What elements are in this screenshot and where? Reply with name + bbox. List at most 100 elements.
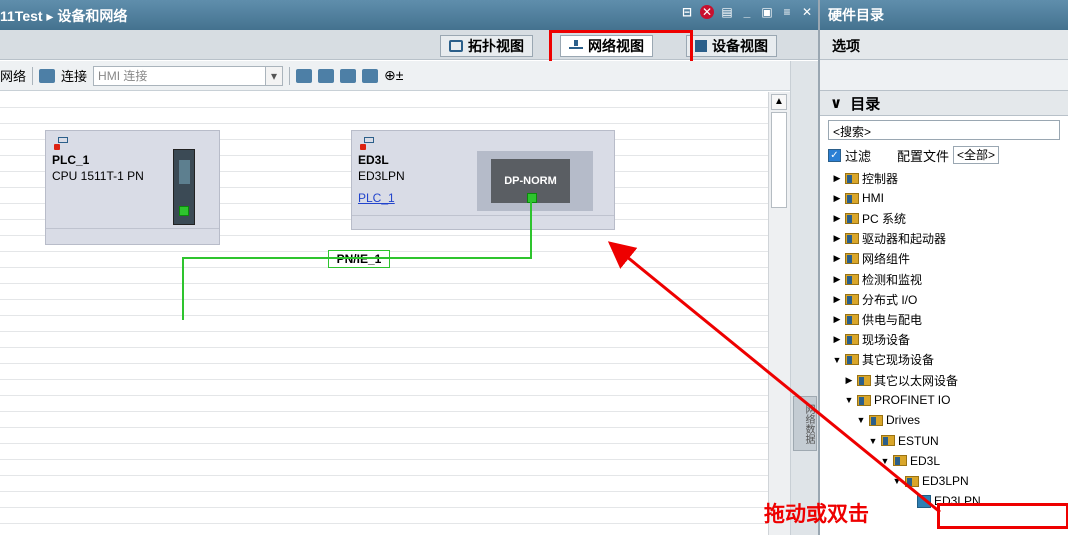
restore-icon[interactable]: ▣ — [760, 5, 774, 19]
tab-topology-view[interactable]: 拓扑视图 — [440, 35, 533, 57]
zoom-icon[interactable]: ⊕± — [384, 67, 403, 84]
editor-title: 11Test ▸ 设备和网络 — [0, 8, 128, 24]
catalog-tree-item[interactable]: ▶ 现场设备 — [832, 330, 910, 350]
tree-item-label: 网络组件 — [862, 252, 911, 267]
profile-select[interactable]: <全部> — [953, 146, 1000, 164]
connection-type-select[interactable]: HMI 连接 — [93, 65, 284, 86]
catalog-filter-row: ✓ 过滤 配置文件 <全部> — [828, 146, 1060, 164]
network-status-icon: ⊟ — [681, 5, 693, 19]
tree-item-label: 其它现场设备 — [862, 353, 935, 368]
canvas-scrollbar[interactable]: ▲ — [768, 92, 790, 535]
catalog-tree-item[interactable]: ▶ 驱动器和起动器 — [832, 229, 946, 249]
plc-device[interactable]: PLC_1 CPU 1511T-1 PN — [45, 130, 220, 245]
editor-title-bar: 11Test ▸ 设备和网络 ⊟ ✕ ▤ _ ▣ ≡ ✕ — [0, 0, 818, 30]
topology-icon — [449, 40, 463, 52]
ed3l-station-icon — [360, 137, 376, 151]
tree-item-label: PROFINET IO — [874, 393, 951, 408]
catalog-tree-item[interactable]: ▼ Drives — [856, 410, 920, 430]
caret-down-icon[interactable]: ▼ — [832, 355, 842, 365]
folder-icon — [845, 273, 859, 285]
table-icon[interactable] — [340, 68, 357, 83]
catalog-tree-item[interactable]: ▶ 检测和监视 — [832, 269, 922, 289]
catalog-tree-item[interactable]: ▶ 其它以太网设备 — [844, 370, 958, 390]
connect-icon[interactable] — [39, 68, 56, 83]
scroll-up-icon[interactable]: ▲ — [771, 94, 787, 110]
plc-profinet-port[interactable] — [179, 206, 189, 216]
ed3l-name: ED3L — [358, 153, 389, 167]
disconnect-icon: ✕ — [700, 5, 714, 19]
caret-down-icon[interactable]: ▼ — [844, 395, 854, 405]
caret-down-icon[interactable]: ▼ — [856, 415, 866, 425]
network-canvas[interactable]: PLC_1 CPU 1511T-1 PN ED3L ED3LPN PLC_1 D… — [0, 92, 768, 535]
caret-right-icon[interactable]: ▶ — [832, 233, 842, 244]
toolbar-divider — [289, 66, 291, 85]
catalog-tree-item[interactable]: ▶ 网络组件 — [832, 249, 910, 269]
folder-icon — [845, 253, 859, 265]
folder-icon — [857, 374, 871, 386]
device-module-icon — [917, 494, 931, 508]
topology-toggle-icon[interactable] — [318, 68, 335, 83]
folder-icon — [845, 293, 859, 305]
ed3l-type: ED3LPN — [358, 169, 405, 183]
tree-item-label: ED3L — [910, 453, 941, 468]
scroll-thumb[interactable] — [771, 112, 787, 208]
caret-right-icon[interactable]: ▶ — [832, 314, 842, 325]
catalog-tree-item[interactable]: ▼ ED3LPN — [892, 471, 969, 491]
caret-right-icon[interactable]: ▶ — [832, 173, 842, 184]
caret-right-icon[interactable]: ▶ — [832, 274, 842, 285]
folder-icon — [845, 313, 859, 325]
catalog-tree-item[interactable]: ▶ 控制器 — [832, 168, 898, 188]
caret-right-icon[interactable]: ▶ — [832, 193, 842, 204]
folder-icon — [845, 212, 859, 224]
caret-right-icon[interactable]: ▶ — [844, 375, 854, 386]
maximize-icon[interactable]: ≡ — [780, 5, 794, 19]
caret-down-icon[interactable]: ▼ — [880, 456, 890, 466]
tree-item-label: 驱动器和起动器 — [862, 232, 947, 247]
tree-item-label: HMI — [862, 191, 884, 206]
ed3l-profinet-port[interactable] — [527, 193, 537, 203]
connect-button[interactable]: 连接 — [61, 66, 87, 85]
tree-item-label: 控制器 — [862, 171, 899, 186]
catalog-tree-item[interactable]: ▶ HMI — [832, 188, 884, 208]
tree-item-label: Drives — [886, 413, 921, 428]
minimize-icon[interactable]: _ — [740, 5, 754, 19]
tree-item-label: 供电与配电 — [862, 312, 923, 327]
folder-icon — [845, 192, 859, 204]
tree-item-label: PC 系统 — [862, 211, 907, 226]
caret-down-icon[interactable]: ▼ — [868, 436, 878, 446]
folder-icon — [845, 334, 859, 346]
catalog-tree-item[interactable]: ▼ 其它现场设备 — [832, 350, 934, 370]
catalog-tree-item[interactable]: ▼ PROFINET IO — [844, 390, 951, 410]
catalog-tree-item[interactable]: ▶ 供电与配电 — [832, 309, 922, 329]
toolbar-divider — [32, 66, 34, 85]
network-data-handle[interactable]: 网络数据 — [793, 396, 817, 451]
caret-down-icon[interactable]: ▼ — [892, 476, 902, 486]
network-editor: 11Test ▸ 设备和网络 ⊟ ✕ ▤ _ ▣ ≡ ✕ 拓扑视图 网络视图 设… — [0, 0, 818, 535]
caret-right-icon[interactable]: ▶ — [832, 334, 842, 345]
editor-toolbar: 网络 连接 HMI 连接 ⊕± — [0, 61, 818, 91]
network-mode-button[interactable]: 网络 — [0, 66, 26, 85]
catalog-tree-item[interactable]: ▼ ESTUN — [868, 431, 939, 451]
catalog-tree-item[interactable]: ▶ PC 系统 — [832, 208, 906, 228]
catalog-tree-item[interactable]: ▼ ED3L — [880, 451, 941, 471]
tree-item-label: 检测和监视 — [862, 272, 923, 287]
tab-device-view[interactable]: 设备视图 — [686, 35, 777, 57]
profinet-subnet-label[interactable]: PN/IE_1 — [328, 250, 390, 268]
caret-right-icon[interactable]: ▶ — [832, 213, 842, 224]
catalog-section-header[interactable]: ∨ 目录 — [820, 90, 1068, 116]
catalog-tree-item[interactable]: ▶ 分布式 I/O — [832, 289, 918, 309]
catalog-search-input[interactable]: <搜索> — [828, 120, 1060, 140]
layout-icon[interactable]: ▤ — [720, 5, 734, 19]
caret-right-icon[interactable]: ▶ — [832, 294, 842, 305]
ed3l-controller-link[interactable]: PLC_1 — [358, 191, 395, 205]
catalog-title: 硬件目录 — [820, 0, 1068, 30]
tree-item-label: ED3LPN — [922, 474, 969, 488]
hardware-catalog: 硬件目录 选项 ∨ 目录 <搜索> ✓ 过滤 配置文件 <全部> ▶ 控制器 ▶ HM… — [818, 0, 1068, 535]
address-icon[interactable] — [296, 68, 313, 83]
ed3l-device[interactable]: ED3L ED3LPN PLC_1 DP-NORM — [351, 130, 615, 230]
catalog-options[interactable]: 选项 — [820, 30, 1068, 60]
close-icon[interactable]: ✕ — [800, 5, 814, 19]
filter-checkbox[interactable]: ✓ — [828, 148, 841, 162]
overview-icon[interactable] — [362, 68, 379, 83]
caret-right-icon[interactable]: ▶ — [832, 253, 842, 264]
